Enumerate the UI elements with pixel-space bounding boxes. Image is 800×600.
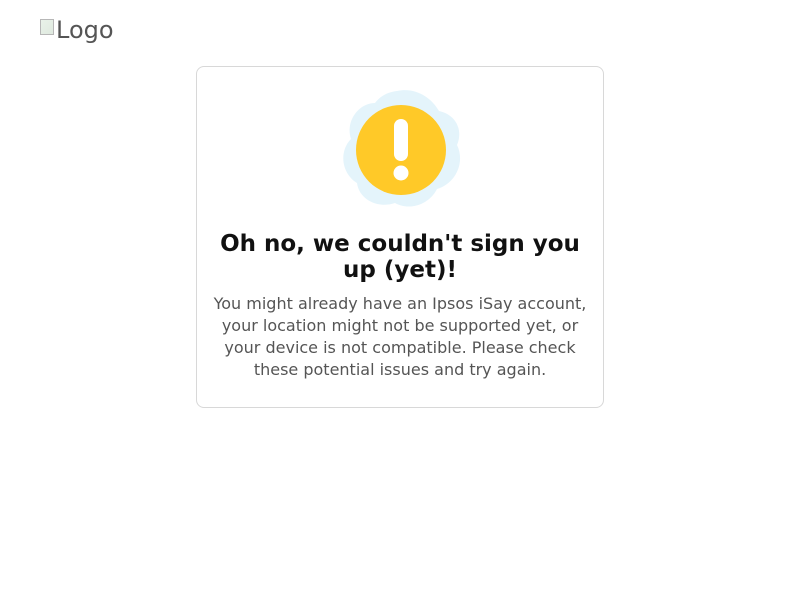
error-message: You might already have an Ipsos iSay acc…: [213, 294, 587, 379]
exclamation-icon: [343, 90, 461, 207]
warning-icon: [339, 87, 463, 211]
logo: Logo: [40, 16, 114, 44]
error-card: Oh no, we couldn't sign you up (yet)! Yo…: [196, 66, 604, 408]
broken-image-icon: [40, 19, 54, 35]
logo-alt-text: Logo: [56, 16, 114, 44]
error-title: Oh no, we couldn't sign you up (yet)!: [220, 231, 580, 283]
